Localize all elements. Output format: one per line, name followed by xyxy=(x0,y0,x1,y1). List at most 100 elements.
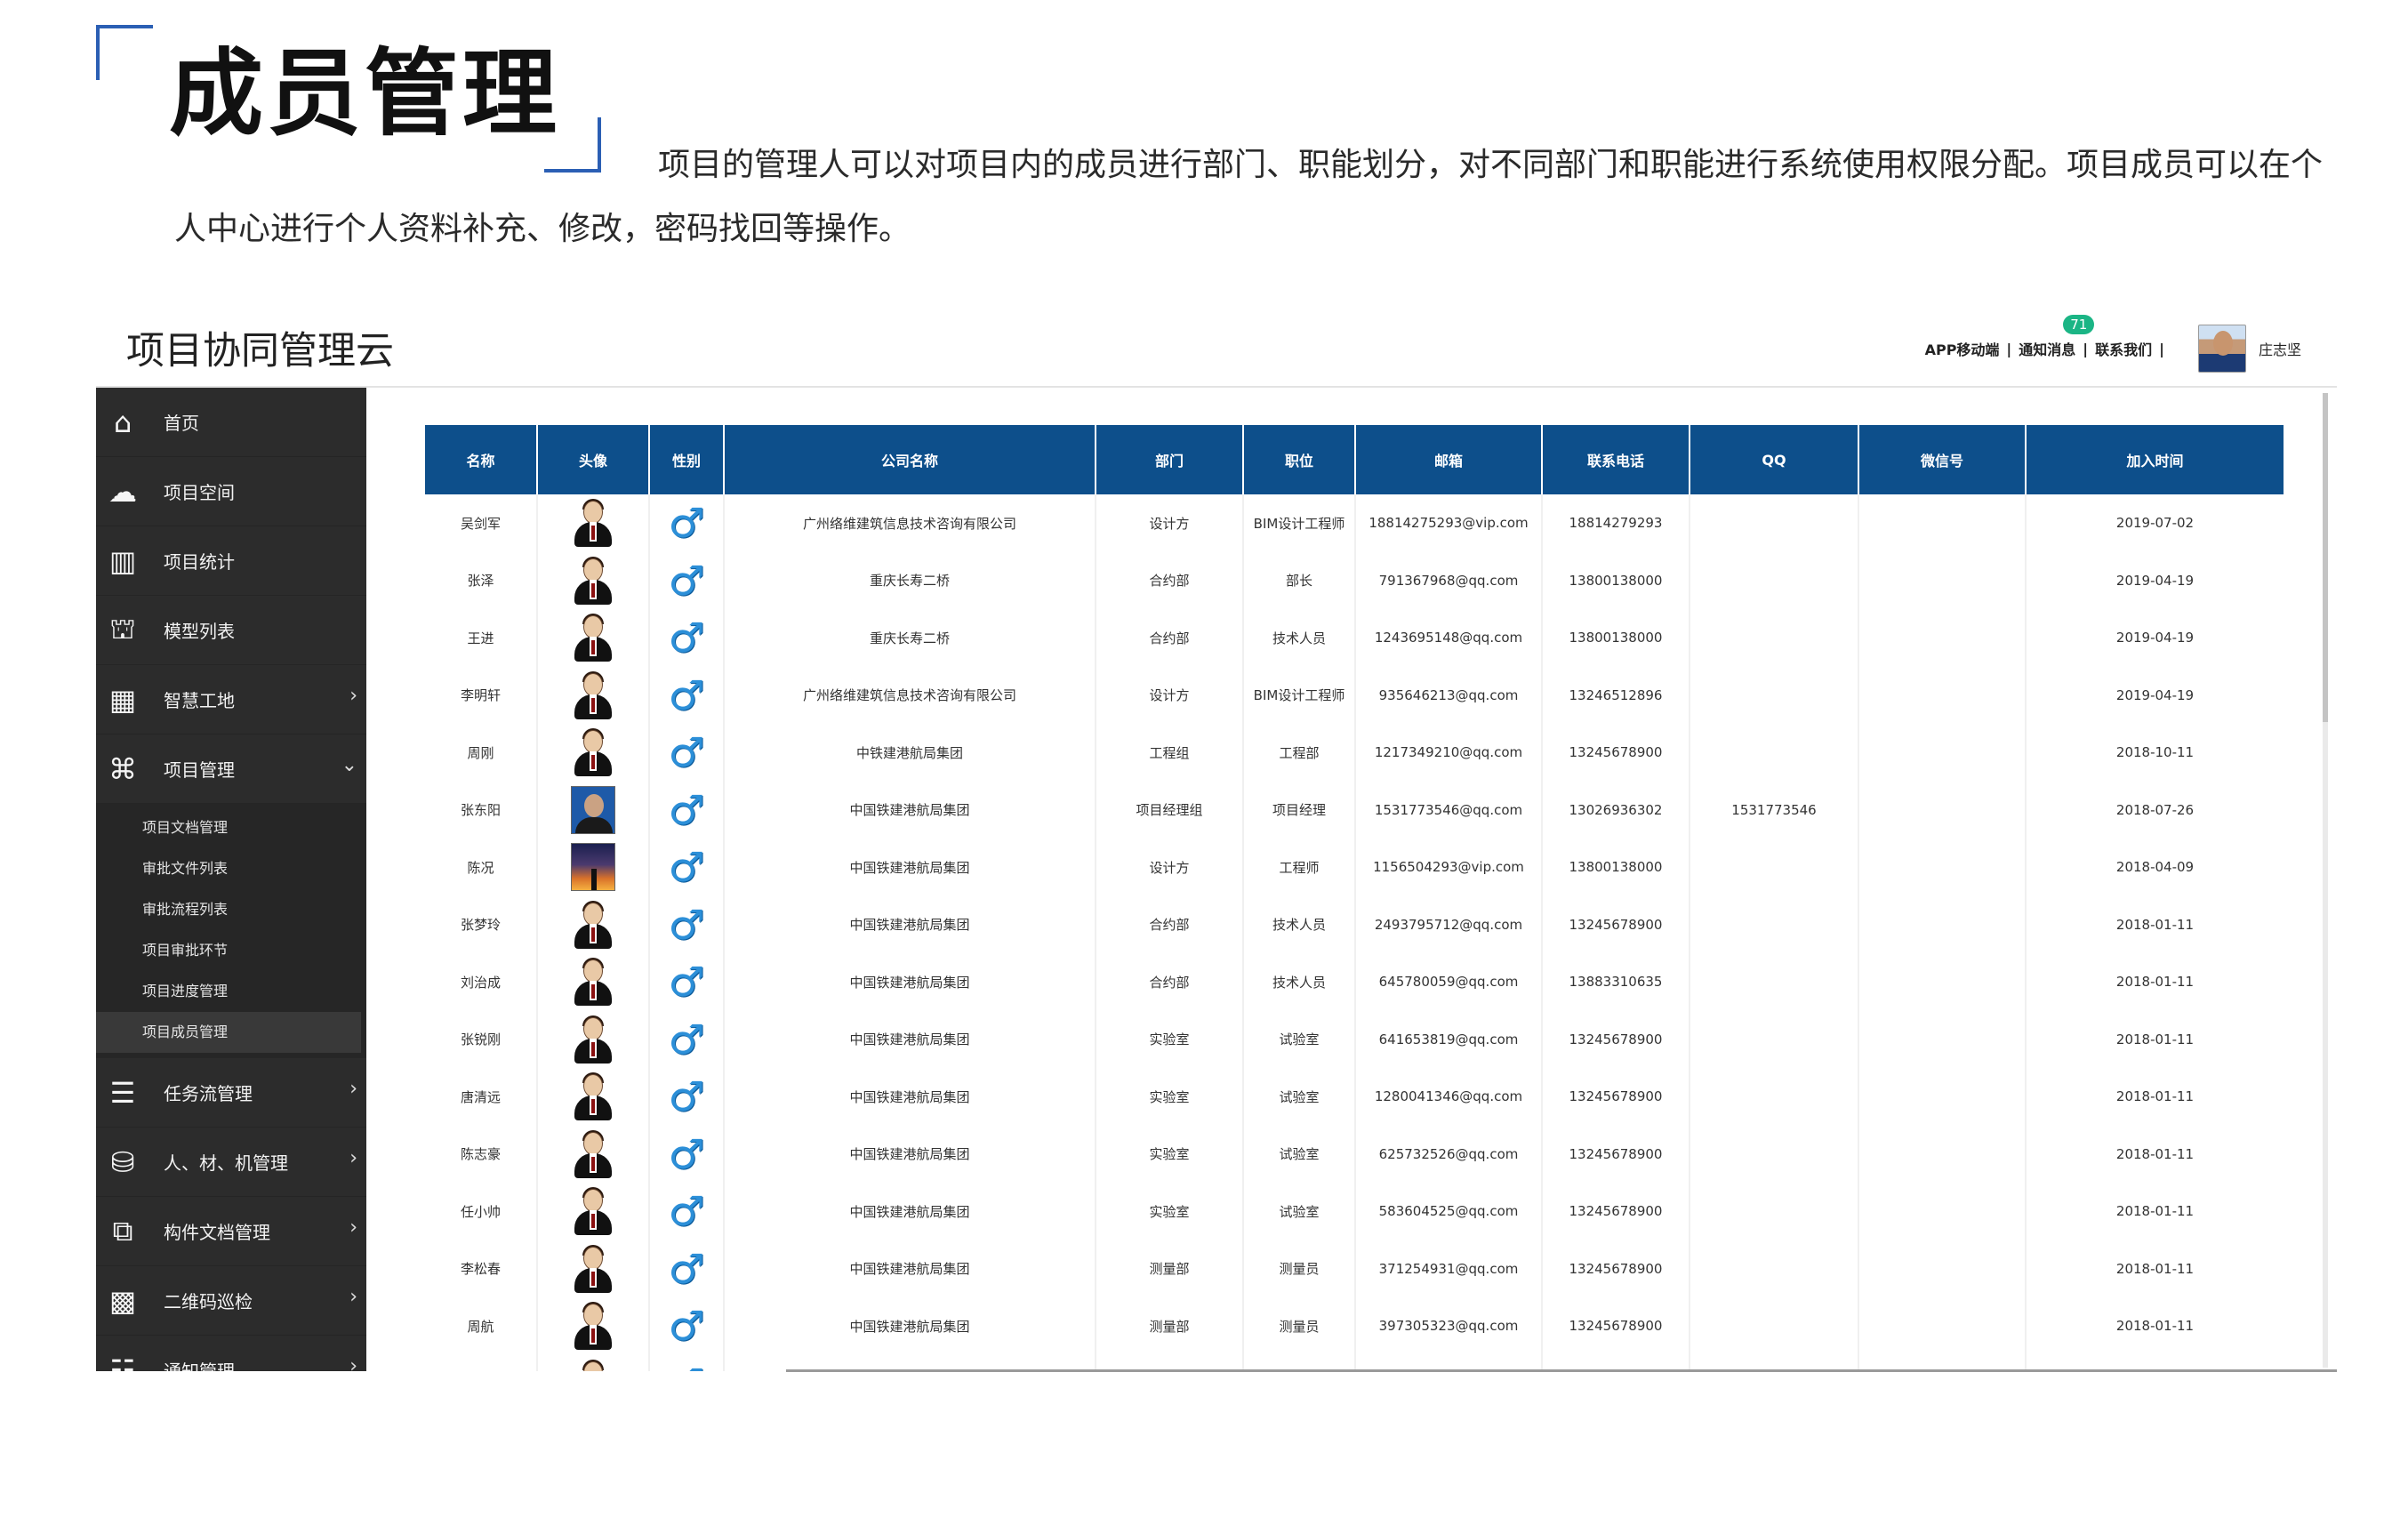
column-header[interactable]: 邮箱 xyxy=(1355,425,1543,494)
cell-dept: 项目经理组 xyxy=(1095,781,1243,839)
horizontal-scrollbar[interactable] xyxy=(786,1369,2337,1372)
cell-avatar xyxy=(536,1354,649,1371)
cell-name: 陈志豪 xyxy=(460,1146,501,1163)
avatar-face xyxy=(583,1016,603,1040)
notification-label: 通知消息 xyxy=(2019,341,2076,358)
column-header[interactable]: QQ xyxy=(1690,425,1859,494)
sidebar-subitem-4[interactable]: 项目进度管理 xyxy=(96,971,366,1012)
member-avatar xyxy=(571,499,615,548)
sidebar-item-label: 模型列表 xyxy=(164,621,235,642)
cell-name: 吴剑军 xyxy=(460,515,501,532)
cell-email: 935646213@qq.com xyxy=(1354,666,1542,724)
sidebar-item-main-1[interactable]: ☁ 项目空间 xyxy=(96,457,366,526)
column-header[interactable]: 性别 xyxy=(649,425,725,494)
cell-qq xyxy=(1689,666,1858,724)
member-avatar xyxy=(571,670,615,719)
table-row[interactable]: 陈况 ♂ 中国铁建港航局集团 设计方 工程师 1156504293@vip.com 1380… xyxy=(425,839,2284,896)
cell-phone: 13245678900 xyxy=(1541,1010,1690,1068)
cell-joined: 2018-01-11 xyxy=(2025,1125,2284,1183)
chevron-right-icon: › xyxy=(349,1286,357,1308)
user-name[interactable]: 庄志坚 xyxy=(2259,338,2301,359)
cell-position: 技术人员 xyxy=(1242,895,1355,953)
cell-name: 张锐刚 xyxy=(460,1031,501,1048)
sidebar-item-more-3[interactable]: ▩ 二维码巡检 › xyxy=(96,1266,366,1336)
notification-link[interactable]: 通知消息 71 xyxy=(2019,315,2095,359)
sidebar-item-more-4[interactable]: ☷ 通知管理 › xyxy=(96,1336,366,1372)
table-row[interactable]: 周刚 ♂ 中铁建港航局集团 工程组 工程部 1217349210@qq.com 132456… xyxy=(425,724,2284,782)
sidebar-subitem-0[interactable]: 项目文档管理 xyxy=(96,807,366,848)
column-header[interactable]: 名称 xyxy=(425,425,538,494)
cell-company: 广州络维建筑信息技术咨询有限公司 xyxy=(723,494,1096,552)
sidebar-item-more-1[interactable]: ⛁ 人、材、机管理 › xyxy=(96,1128,366,1197)
cell-avatar xyxy=(536,724,649,782)
sidebar-item-label: 项目空间 xyxy=(164,482,235,503)
table-row[interactable]: 王进 ♂ 重庆长寿二桥 合约部 技术人员 1243695148@qq.com 1380013… xyxy=(425,609,2284,667)
avatar-tie xyxy=(591,640,595,655)
table-row[interactable]: 张梦玲 ♂ 中国铁建港航局集团 合约部 技术人员 2493795712@qq.com 132… xyxy=(425,895,2284,953)
column-header[interactable]: 头像 xyxy=(537,425,650,494)
table-row[interactable]: 唐清远 ♂ 中国铁建港航局集团 实验室 试验室 1280041346@qq.com 1324… xyxy=(425,1068,2284,1126)
cell-company: 中国铁建港航局集团 xyxy=(723,953,1096,1011)
sidebar-item-more-2[interactable]: ⧉ 构件文档管理 › xyxy=(96,1197,366,1266)
cell-dept: 测量部 xyxy=(1095,1240,1243,1297)
member-avatar xyxy=(571,1244,615,1293)
cell-gender: ♂ xyxy=(648,895,724,953)
sidebar-item-main-0[interactable]: ⌂ 首页 xyxy=(96,388,366,457)
sidebar-item-main-4[interactable]: ▦ 智慧工地 › xyxy=(96,665,366,734)
male-icon: ♂ xyxy=(668,499,705,548)
sidebar-item-label: 首页 xyxy=(164,413,199,434)
cell-wechat xyxy=(1858,1068,2026,1126)
table-row[interactable]: 吴剑军 ♂ 广州络维建筑信息技术咨询有限公司 设计方 BIM设计工程师 188142752… xyxy=(425,494,2284,552)
column-header[interactable]: 联系电话 xyxy=(1542,425,1690,494)
table-row[interactable]: 张锐刚 ♂ 中国铁建港航局集团 实验室 试验室 641653819@qq.com 13245… xyxy=(425,1010,2284,1068)
contact-us-link[interactable]: 联系我们 xyxy=(2095,338,2152,359)
table-row[interactable]: 张东阳 ♂ 中国铁建港航局集团 项目经理组 项目经理 1531773546@qq.com 1… xyxy=(425,781,2284,839)
table-row[interactable]: 周航 ♂ 中国铁建港航局集团 测量部 测量员 397305323@qq.com 132456… xyxy=(425,1297,2284,1355)
cell-phone: 13026936302 xyxy=(1541,781,1690,839)
app-mobile-link[interactable]: APP移动端 xyxy=(1925,338,2000,359)
scrollbar-thumb[interactable] xyxy=(2323,393,2328,722)
sidebar-item-label: 智慧工地 xyxy=(164,690,235,711)
sidebar-item-more-0[interactable]: ☰ 任务流管理 › xyxy=(96,1058,366,1128)
sidebar-item-main-3[interactable]: ⛫ 模型列表 xyxy=(96,596,366,665)
cell-wechat xyxy=(1858,551,2026,609)
male-icon: ♂ xyxy=(668,900,705,949)
cell-position: BIM设计工程师 xyxy=(1242,494,1355,552)
avatar-face xyxy=(583,615,603,639)
cell-phone: 18814279293 xyxy=(1541,494,1690,552)
sidebar-subitem-5[interactable]: 项目成员管理 xyxy=(96,1012,361,1053)
table-row[interactable]: 刘治成 ♂ 中国铁建港航局集团 合约部 技术人员 645780059@qq.com 1388… xyxy=(425,953,2284,1011)
cell-phone: 13800138000 xyxy=(1541,551,1690,609)
male-icon: ♂ xyxy=(668,1360,704,1371)
table-row[interactable]: 李松春 ♂ 中国铁建港航局集团 测量部 测量员 371254931@qq.com 13245… xyxy=(425,1240,2284,1297)
sidebar-item-label: 构件文档管理 xyxy=(164,1222,270,1243)
column-header[interactable]: 加入时间 xyxy=(2026,425,2284,494)
cell-qq xyxy=(1689,1297,1858,1355)
sidebar-item-main-5[interactable]: ⌘ 项目管理 ⌄ xyxy=(96,734,366,804)
table-row[interactable]: 任小帅 ♂ 中国铁建港航局集团 实验室 试验室 583604525@qq.com 13245… xyxy=(425,1183,2284,1240)
table-row[interactable]: 张泽 ♂ 重庆长寿二桥 合约部 部长 791367968@qq.com 1380013800… xyxy=(425,551,2284,609)
sidebar-subitem-3[interactable]: 项目审批环节 xyxy=(96,930,366,971)
column-header[interactable]: 微信号 xyxy=(1858,425,2027,494)
cell-name: 李松春 xyxy=(460,1261,501,1278)
cell-dept: 合约部 xyxy=(1095,609,1243,667)
sidebar-subitem-1[interactable]: 审批文件列表 xyxy=(96,848,366,889)
sidebar-subitem-2[interactable]: 审批流程列表 xyxy=(96,889,366,930)
column-header[interactable]: 部门 xyxy=(1096,425,1244,494)
table-row[interactable]: 李明轩 ♂ 广州络维建筑信息技术咨询有限公司 设计方 BIM设计工程师 935646213… xyxy=(425,666,2284,724)
column-header[interactable]: 职位 xyxy=(1243,425,1356,494)
avatar-face xyxy=(583,730,603,754)
cell-qq xyxy=(1689,1183,1858,1240)
user-avatar[interactable] xyxy=(2197,325,2246,373)
cell-email: 1217349210@qq.com xyxy=(1354,724,1542,782)
cell-avatar xyxy=(536,609,649,667)
cell-email: 1280041346@qq.com xyxy=(1354,1068,1542,1126)
column-header[interactable]: 公司名称 xyxy=(724,425,1096,494)
table-row[interactable]: 陈志豪 ♂ 中国铁建港航局集团 实验室 试验室 625732526@qq.com 13245… xyxy=(425,1125,2284,1183)
cell-qq: 1531773546 xyxy=(1689,781,1858,839)
avatar-tie xyxy=(591,526,595,541)
sidebar-item-main-2[interactable]: ▥ 项目统计 xyxy=(96,526,366,596)
main-content: 名称 头像 性别 公司名称 部门 职位 邮箱 联系电话 QQ 微信号 加入时间 吴剑军 ♂ 广州络维建筑… xyxy=(366,388,2337,1371)
vertical-scrollbar[interactable] xyxy=(2323,393,2328,1368)
cell-position: 试验室 xyxy=(1242,1183,1355,1240)
